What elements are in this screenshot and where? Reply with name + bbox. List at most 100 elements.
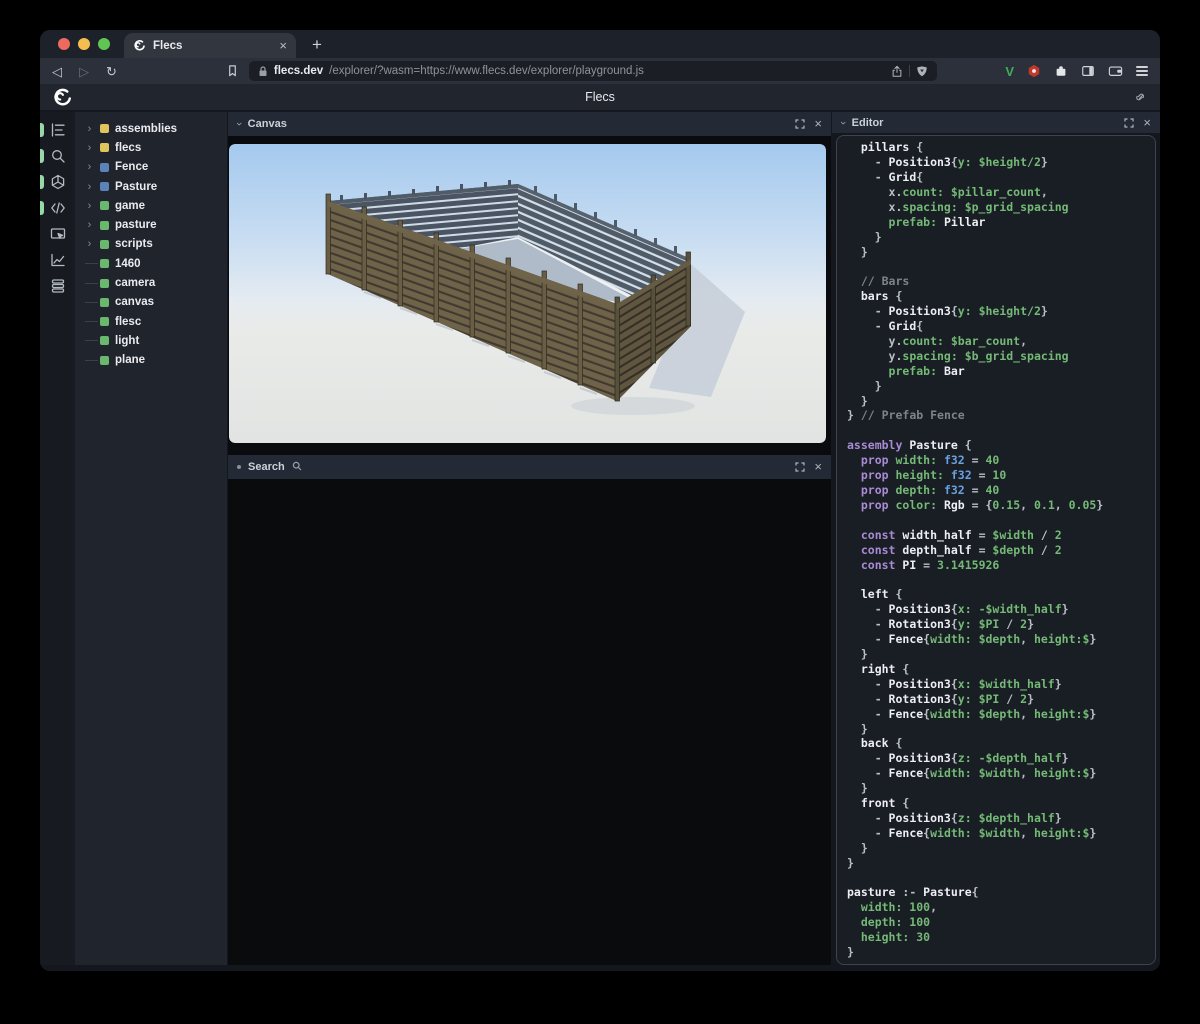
maximize-window-button[interactable] bbox=[98, 38, 110, 50]
entity-color-swatch bbox=[100, 221, 109, 230]
tree-item-flecs[interactable]: › flecs bbox=[75, 138, 227, 157]
entity-label: canvas bbox=[115, 296, 154, 308]
code-line: x.count: $pillar_count, bbox=[847, 185, 1145, 200]
reload-button[interactable]: ↻ bbox=[106, 65, 117, 78]
extension-red-icon[interactable] bbox=[1027, 64, 1041, 78]
tree-item-Pasture[interactable]: ›Pasture bbox=[75, 177, 227, 196]
browser-toolbar: ◁ ▷ ↻ flecs.dev /explorer/?wasm=https://… bbox=[40, 58, 1160, 84]
expand-arrow-icon[interactable]: › bbox=[85, 161, 94, 173]
fullscreen-icon[interactable] bbox=[795, 462, 805, 472]
search-panel: Search × bbox=[228, 455, 831, 965]
entity-label: scripts bbox=[115, 238, 153, 250]
wallet-icon[interactable] bbox=[1108, 64, 1123, 78]
tree-item-1460[interactable]: 1460 bbox=[75, 254, 227, 273]
address-bar[interactable]: flecs.dev /explorer/?wasm=https://www.fl… bbox=[249, 61, 937, 81]
new-tab-button[interactable]: + bbox=[312, 35, 322, 55]
canvas-3d-scene[interactable] bbox=[229, 144, 826, 443]
bookmark-sidebar-icon[interactable] bbox=[226, 64, 239, 78]
tab-strip: Flecs × + bbox=[40, 30, 1160, 58]
canvas-panel-body bbox=[228, 136, 831, 455]
close-icon[interactable]: × bbox=[1143, 118, 1151, 128]
entity-label: flecs bbox=[115, 142, 141, 154]
browser-window: Flecs × + ◁ ▷ ↻ flecs.dev /explorer/?was… bbox=[40, 30, 1160, 971]
entity-color-swatch bbox=[100, 298, 109, 307]
code-line: const depth_half = $depth / 2 bbox=[847, 543, 1145, 558]
code-line: - Position3{z: $depth_half} bbox=[847, 811, 1145, 826]
window-controls bbox=[40, 30, 124, 58]
vue-devtools-icon[interactable]: V bbox=[1005, 64, 1014, 79]
tree-item-flesc[interactable]: flesc bbox=[75, 312, 227, 331]
expand-arrow-icon[interactable]: › bbox=[85, 219, 94, 231]
search-icon[interactable] bbox=[40, 148, 75, 164]
entity-tree: › assemblies › flecs ›Fence›Pasture›game›pas… bbox=[75, 112, 227, 965]
tree-item-scripts[interactable]: › scripts bbox=[75, 235, 227, 254]
browser-tab[interactable]: Flecs × bbox=[124, 33, 296, 58]
fullscreen-icon[interactable] bbox=[1124, 118, 1134, 128]
code-line: - Fence{width: $depth, height:$} bbox=[847, 707, 1145, 722]
data-icon[interactable] bbox=[40, 278, 75, 294]
fullscreen-icon[interactable] bbox=[795, 119, 805, 129]
extensions-puzzle-icon[interactable] bbox=[1054, 64, 1068, 78]
active-indicator bbox=[40, 149, 44, 163]
tree-item-pasture[interactable]: ›pasture bbox=[75, 215, 227, 234]
tree-item-camera[interactable]: camera bbox=[75, 273, 227, 292]
chevron-down-icon[interactable]: › bbox=[837, 121, 849, 125]
tree-item-Fence[interactable]: ›Fence bbox=[75, 158, 227, 177]
expand-arrow-icon[interactable]: › bbox=[85, 123, 94, 135]
menu-icon[interactable] bbox=[1136, 66, 1148, 76]
search-panel-body[interactable] bbox=[228, 479, 831, 965]
code-editor-content[interactable]: pillars { - Position3{y: $height/2} - Gr… bbox=[836, 135, 1156, 965]
tree-item-light[interactable]: light bbox=[75, 331, 227, 350]
share-icon[interactable] bbox=[891, 65, 903, 78]
code-line: back { bbox=[847, 736, 1145, 751]
editor-panel-title: Editor bbox=[852, 117, 884, 129]
chevron-down-icon[interactable]: › bbox=[233, 122, 245, 126]
tab-close-icon[interactable]: × bbox=[279, 39, 287, 52]
back-button[interactable]: ◁ bbox=[52, 65, 62, 78]
code-line: prefab: Bar bbox=[847, 364, 1145, 379]
stats-icon[interactable] bbox=[40, 252, 75, 268]
extension-icons: V bbox=[1005, 64, 1148, 79]
entity-label: plane bbox=[115, 354, 145, 366]
code-line: prefab: Pillar bbox=[847, 215, 1145, 230]
expand-arrow-icon[interactable]: › bbox=[85, 181, 94, 193]
active-indicator bbox=[40, 123, 44, 137]
lock-icon bbox=[258, 66, 268, 77]
close-icon[interactable]: × bbox=[814, 462, 822, 472]
sidebar-panel-icon[interactable] bbox=[1081, 64, 1095, 78]
center-column: › Canvas × bbox=[228, 112, 831, 965]
entity-label: light bbox=[115, 335, 139, 347]
entity-label: assemblies bbox=[115, 123, 177, 135]
expand-arrow-icon[interactable]: › bbox=[85, 238, 94, 250]
inspector-icon[interactable] bbox=[40, 226, 75, 242]
entity-label: flesc bbox=[115, 316, 141, 328]
tree-item-canvas[interactable]: canvas bbox=[75, 293, 227, 312]
entity-color-swatch bbox=[100, 259, 109, 268]
entity-color-swatch bbox=[100, 240, 109, 249]
code-line: } bbox=[847, 647, 1145, 662]
icon-rail bbox=[40, 112, 75, 965]
brave-shield-icon[interactable] bbox=[916, 65, 928, 78]
forward-button[interactable]: ▷ bbox=[79, 65, 89, 78]
minimize-window-button[interactable] bbox=[78, 38, 90, 50]
tree-view-icon[interactable] bbox=[40, 122, 75, 138]
tree-item-game[interactable]: ›game bbox=[75, 196, 227, 215]
entity-color-swatch bbox=[100, 336, 109, 345]
search-panel-header: Search × bbox=[228, 455, 831, 479]
code-icon[interactable] bbox=[40, 200, 75, 216]
tab-title: Flecs bbox=[153, 40, 272, 52]
code-line: } bbox=[847, 245, 1145, 260]
close-window-button[interactable] bbox=[58, 38, 70, 50]
code-line: depth: 100 bbox=[847, 915, 1145, 930]
code-line: } bbox=[847, 945, 1145, 960]
close-icon[interactable]: × bbox=[814, 119, 822, 129]
code-line: } bbox=[847, 722, 1145, 737]
tree-item-plane[interactable]: plane bbox=[75, 351, 227, 370]
entity-color-swatch bbox=[100, 163, 109, 172]
collapsed-dot-icon[interactable] bbox=[237, 465, 241, 469]
entities-icon[interactable] bbox=[40, 174, 75, 190]
expand-arrow-icon[interactable]: › bbox=[85, 200, 94, 212]
canvas-panel-title: Canvas bbox=[248, 118, 287, 130]
tree-item-assemblies[interactable]: › assemblies bbox=[75, 119, 227, 138]
expand-arrow-icon[interactable]: › bbox=[85, 142, 94, 154]
